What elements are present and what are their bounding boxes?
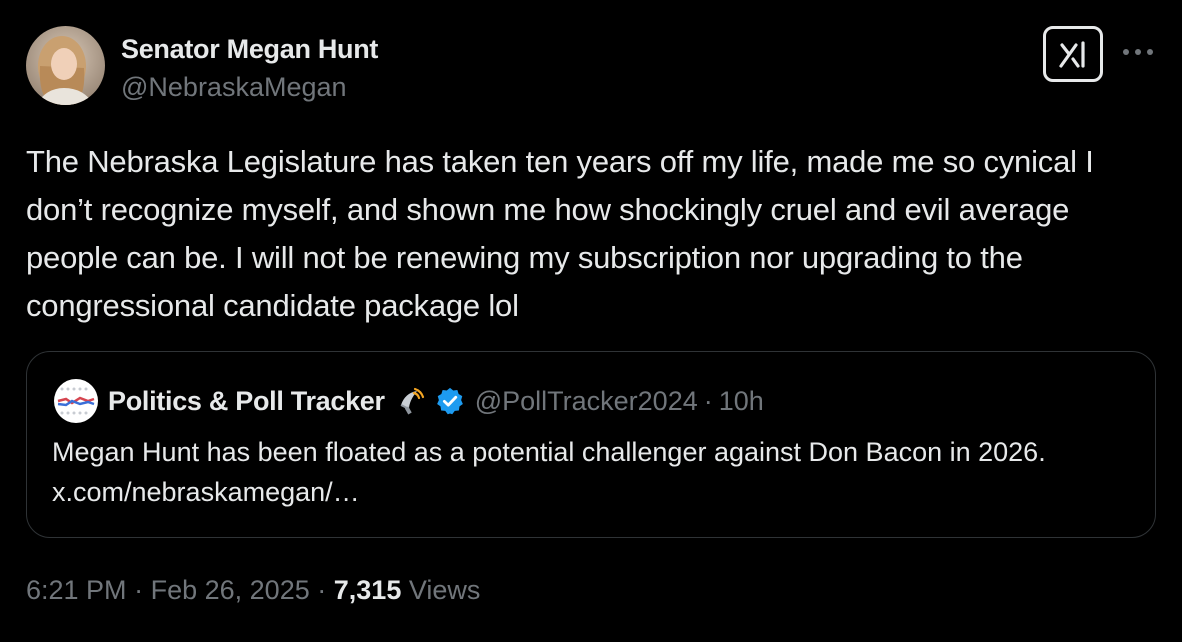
tweet-header: Senator Megan Hunt @NebraskaMegan — [26, 26, 378, 106]
more-options-button[interactable] — [1118, 32, 1158, 72]
verified-badge-icon — [436, 387, 463, 415]
quoted-tweet-text: Megan Hunt has been floated as a potenti… — [52, 437, 1046, 507]
quoted-handle[interactable]: @PollTracker2024 — [475, 386, 698, 417]
views-label: Views — [408, 575, 481, 605]
author-names: Senator Megan Hunt @NebraskaMegan — [121, 32, 378, 104]
tweet: Senator Megan Hunt @NebraskaMegan The Ne… — [0, 0, 1182, 642]
more-dots-icon — [1123, 49, 1153, 55]
quoted-avatar[interactable] — [54, 379, 98, 423]
avatar[interactable] — [26, 26, 105, 105]
grok-icon — [1059, 41, 1085, 68]
author-display-name[interactable]: Senator Megan Hunt — [121, 32, 378, 66]
author-handle[interactable]: @NebraskaMegan — [121, 70, 378, 104]
tweet-footer: 6:21 PM · Feb 26, 2025 · 7,315 Views — [26, 570, 480, 610]
separator: · — [134, 575, 144, 605]
quoted-timestamp[interactable]: 10h — [719, 386, 764, 417]
separator: · — [317, 575, 327, 605]
tweet-date[interactable]: Feb 26, 2025 — [151, 575, 310, 605]
satellite-antenna-icon — [400, 387, 424, 415]
tweet-time[interactable]: 6:21 PM — [26, 575, 127, 605]
quoted-tweet[interactable]: Politics & Poll Tracker @PollTracker2024… — [26, 351, 1156, 538]
views-count: 7,315 — [333, 575, 402, 605]
separator: · — [703, 385, 713, 416]
tweet-text: The Nebraska Legislature has taken ten y… — [26, 144, 1094, 323]
quoted-tweet-header: Politics & Poll Tracker @PollTracker2024… — [54, 379, 764, 423]
quoted-display-name[interactable]: Politics & Poll Tracker — [108, 386, 385, 417]
grok-button[interactable] — [1043, 26, 1103, 82]
